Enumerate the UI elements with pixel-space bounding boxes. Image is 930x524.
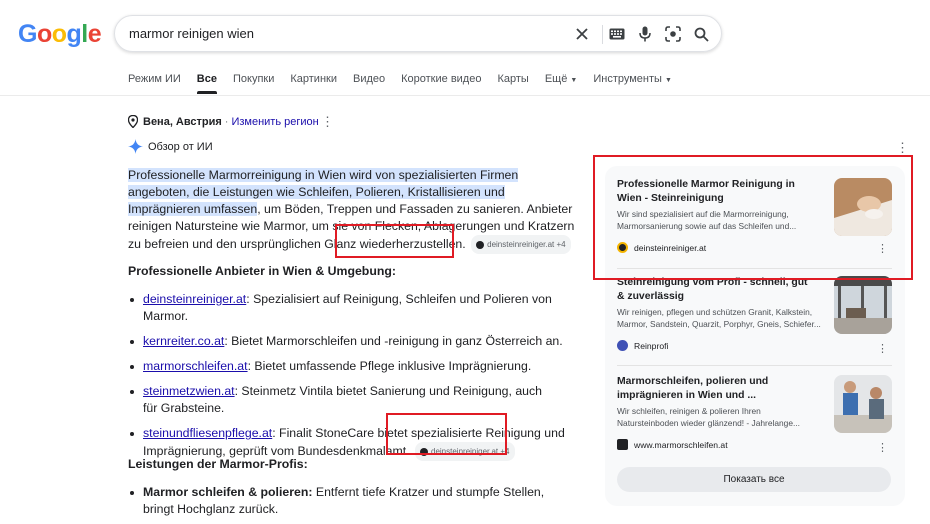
ai-overview-label: Обзор от ИИ xyxy=(148,140,213,153)
provider-link[interactable]: steinmetzwien.at xyxy=(143,384,235,398)
tabs-divider xyxy=(0,95,930,96)
more-options-icon[interactable]: ⋮ xyxy=(321,114,334,130)
search-tabs: Режим ИИ Все Покупки Картинки Видео Коро… xyxy=(128,73,688,95)
microphone-icon[interactable] xyxy=(635,24,655,44)
location-pin-icon xyxy=(128,115,138,128)
list-item: deinsteinreiniger.at: Spezialisiert auf … xyxy=(128,291,588,325)
gemini-sparkle-icon xyxy=(128,139,143,154)
list-item: kernreiter.co.at: Bietet Marmorschleifen… xyxy=(128,333,588,350)
source-chip[interactable]: deinsteinreiniger.at +4 xyxy=(471,235,571,254)
location-separator: · xyxy=(224,115,229,128)
change-region-link[interactable]: Изменить регион xyxy=(231,116,318,128)
ai-overview-header: Обзор от ИИ xyxy=(128,139,213,154)
clear-icon[interactable] xyxy=(572,24,592,44)
location-bar: Вена, Австрия · Изменить регион ⋮ xyxy=(128,114,334,129)
card-thumbnail[interactable] xyxy=(834,375,892,433)
tab-maps[interactable]: Карты xyxy=(497,73,528,95)
card-thumbnail[interactable] xyxy=(834,276,892,334)
tab-all[interactable]: Все xyxy=(196,73,218,95)
card-source: Reinprofi xyxy=(617,340,892,351)
marmorschleifen-favicon-icon xyxy=(617,439,628,450)
card-desc-line: Marmor, Sandstein, Quarzit, Porphyr, Gne… xyxy=(617,318,821,329)
card-source-label: www.marmorschleifen.at xyxy=(634,439,728,450)
card-desc-line: Natursteinboden wieder glänzend! - Jahre… xyxy=(617,417,800,428)
annotation-box xyxy=(593,155,913,280)
card-title[interactable]: Marmorschleifen, polieren und imprägnier… xyxy=(617,375,817,403)
services-title: Leistungen der Marmor-Profis: xyxy=(128,457,308,471)
source-favicon-icon xyxy=(476,240,485,249)
card-description: Wir reinigen, pflegen und schützen Grani… xyxy=(617,307,822,330)
card-more-icon[interactable]: ⋮ xyxy=(877,441,888,454)
caret-down-icon: ▼ xyxy=(665,77,672,84)
list-item: marmorschleifen.at: Bietet umfassende Pf… xyxy=(128,358,588,375)
keyboard-icon[interactable] xyxy=(607,24,627,44)
tab-tools-label: Инструменты xyxy=(593,73,662,85)
source-chip-label: deinsteinreiniger.at +4 xyxy=(487,240,566,249)
tab-shopping[interactable]: Покупки xyxy=(233,73,274,95)
card-source: www.marmorschleifen.at xyxy=(617,439,892,450)
tab-tools[interactable]: Инструменты ▼ xyxy=(593,73,672,95)
provider-text: : Bietet umfassende Pflege inklusive Imp… xyxy=(247,359,532,373)
provider-link[interactable]: kernreiter.co.at xyxy=(143,334,224,348)
providers-title: Professionelle Anbieter in Wien & Umgebu… xyxy=(128,264,396,278)
location-city: Вена, Австрия xyxy=(143,115,222,128)
google-logo[interactable]: Google xyxy=(18,20,102,49)
search-divider xyxy=(602,25,603,44)
card-more-icon[interactable]: ⋮ xyxy=(877,342,888,355)
card-desc-line: Wir schleifen, reinigen & polieren Ihren xyxy=(617,406,761,416)
search-input[interactable]: marmor reinigen wien xyxy=(129,26,254,41)
providers-list: deinsteinreiniger.at: Spezialisiert auf … xyxy=(128,291,588,469)
card-description: Wir schleifen, reinigen & polieren Ihren… xyxy=(617,406,822,429)
more-options-icon[interactable]: ⋮ xyxy=(896,140,909,156)
tab-short-videos[interactable]: Короткие видео xyxy=(401,73,481,95)
tab-ai-mode[interactable]: Режим ИИ xyxy=(128,73,181,95)
list-item: Marmor schleifen & polieren: Entfernt ti… xyxy=(128,484,568,518)
provider-link[interactable]: deinsteinreiniger.at xyxy=(143,292,246,306)
card-divider xyxy=(617,365,892,366)
tab-images[interactable]: Картинки xyxy=(290,73,337,95)
provider-link[interactable]: marmorschleifen.at xyxy=(143,359,248,373)
card-source-label: Reinprofi xyxy=(634,340,669,351)
lens-icon[interactable] xyxy=(663,24,683,44)
tab-videos[interactable]: Видео xyxy=(353,73,385,95)
card-desc-line: Wir reinigen, pflegen und schützen Grani… xyxy=(617,307,813,317)
reinprofi-favicon-icon xyxy=(617,340,628,351)
source-card[interactable]: Marmorschleifen, polieren und imprägnier… xyxy=(617,375,892,454)
show-all-button[interactable]: Показать все xyxy=(617,467,891,492)
search-box[interactable]: marmor reinigen wien xyxy=(114,15,722,52)
card-title[interactable]: Steinreinigung vom Profi - schnell, gut … xyxy=(617,276,817,304)
provider-text: : Bietet Marmorschleifen und -reinigung … xyxy=(224,334,563,348)
service-name: Marmor schleifen & polieren: xyxy=(143,485,313,499)
tab-more[interactable]: Ещё ▼ xyxy=(545,73,578,95)
tab-more-label: Ещё xyxy=(544,73,568,85)
annotation-box xyxy=(335,224,454,258)
search-icon[interactable] xyxy=(691,24,711,44)
source-card[interactable]: Steinreinigung vom Profi - schnell, gut … xyxy=(617,276,892,355)
provider-link[interactable]: steinundfliesenpflege.at xyxy=(143,426,272,440)
annotation-box xyxy=(386,413,507,455)
list-item: steinmetzwien.at: Steinmetz Vintila biet… xyxy=(128,383,548,417)
services-list: Marmor schleifen & polieren: Entfernt ti… xyxy=(128,484,568,524)
caret-down-icon: ▼ xyxy=(570,77,578,84)
